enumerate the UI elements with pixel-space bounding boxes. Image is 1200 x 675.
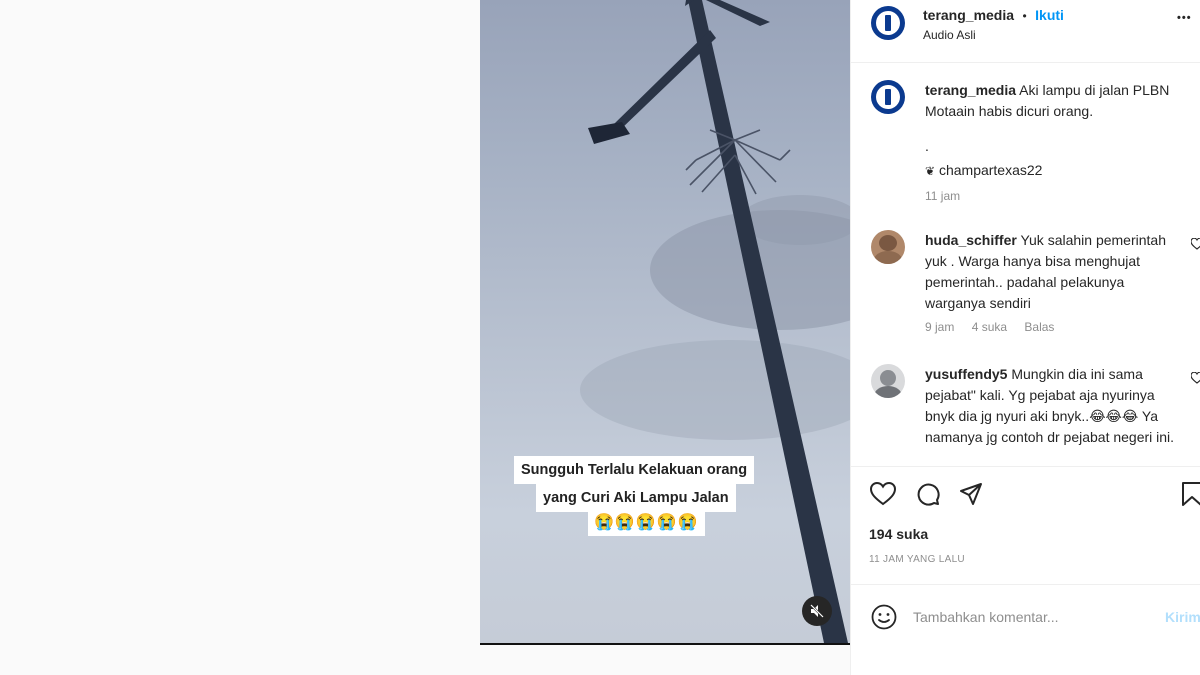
comment-bubble-icon[interactable]	[916, 482, 940, 506]
video-bottom-border	[480, 643, 850, 645]
profile-avatar[interactable]	[871, 6, 905, 40]
caption-username[interactable]: terang_media	[925, 82, 1016, 98]
like-heart-icon[interactable]	[870, 482, 896, 506]
audio-label[interactable]: Audio Asli	[923, 28, 976, 42]
comment-like-heart-icon[interactable]	[1191, 372, 1200, 384]
comment-item: yusuffendy5 Mungkin dia ini sama pejabat…	[925, 364, 1187, 462]
speaker-muted-icon	[810, 604, 824, 618]
caption-time: 11 jam	[925, 189, 961, 203]
post-actions-bar	[851, 466, 1200, 521]
comment-likes[interactable]: 4 suka	[972, 320, 1007, 334]
video-caption-line-1: Sungguh Terlalu Kelakuan orang	[514, 456, 755, 484]
music-note-icon: ❦	[925, 164, 936, 178]
post-caption: terang_media Aki lampu di jalan PLBN Mot…	[925, 80, 1187, 122]
header-username[interactable]: terang_media	[923, 7, 1014, 23]
caption-music-credit: ❦ champartexas22	[925, 160, 1042, 182]
follow-button[interactable]: Ikuti	[1035, 7, 1064, 23]
comment-username[interactable]: huda_schiffer	[925, 232, 1017, 248]
add-comment-section: Tambahkan komentar... Kirim	[851, 584, 1200, 649]
post-details-panel: terang_media • Ikuti Audio Asli ••• tera…	[850, 0, 1200, 675]
comment-time: 9 jam	[925, 320, 955, 334]
post-time-ago: 11 JAM YANG LALU	[869, 554, 965, 565]
caption-dot: .	[925, 138, 929, 154]
emoji-smiley-icon[interactable]	[871, 604, 897, 630]
comment-avatar[interactable]	[871, 364, 905, 398]
comment-input[interactable]: Tambahkan komentar...	[913, 609, 1059, 625]
video-caption-line-2: yang Curi Aki Lampu Jalan	[536, 484, 736, 512]
caption-avatar[interactable]	[871, 80, 905, 114]
comment-username[interactable]: yusuffendy5	[925, 366, 1007, 382]
video-caption-emoji: 😭😭😭😭😭	[588, 510, 705, 536]
separator-dot: •	[1022, 9, 1027, 23]
mute-button[interactable]	[802, 596, 832, 626]
comment-item: huda_schiffer Yuk salahin pemerintah yuk…	[925, 230, 1187, 314]
likes-count[interactable]: 194 suka	[869, 526, 928, 542]
bookmark-save-icon[interactable]	[1181, 482, 1200, 506]
reply-button[interactable]: Balas	[1024, 320, 1054, 334]
share-send-icon[interactable]	[959, 482, 983, 506]
music-credit-text[interactable]: champartexas22	[939, 162, 1043, 178]
reel-video[interactable]: Sungguh Terlalu Kelakuan orang yang Curi…	[480, 0, 850, 643]
post-header: terang_media • Ikuti Audio Asli •••	[851, 0, 1200, 63]
video-scene	[580, 0, 850, 643]
more-options-icon[interactable]: •••	[1177, 12, 1192, 24]
page-background	[0, 0, 480, 675]
post-comment-button[interactable]: Kirim	[1165, 609, 1200, 625]
comment-meta: 9 jam 4 suka Balas	[925, 320, 1068, 334]
comment-avatar[interactable]	[871, 230, 905, 264]
comment-like-heart-icon[interactable]	[1191, 238, 1200, 250]
